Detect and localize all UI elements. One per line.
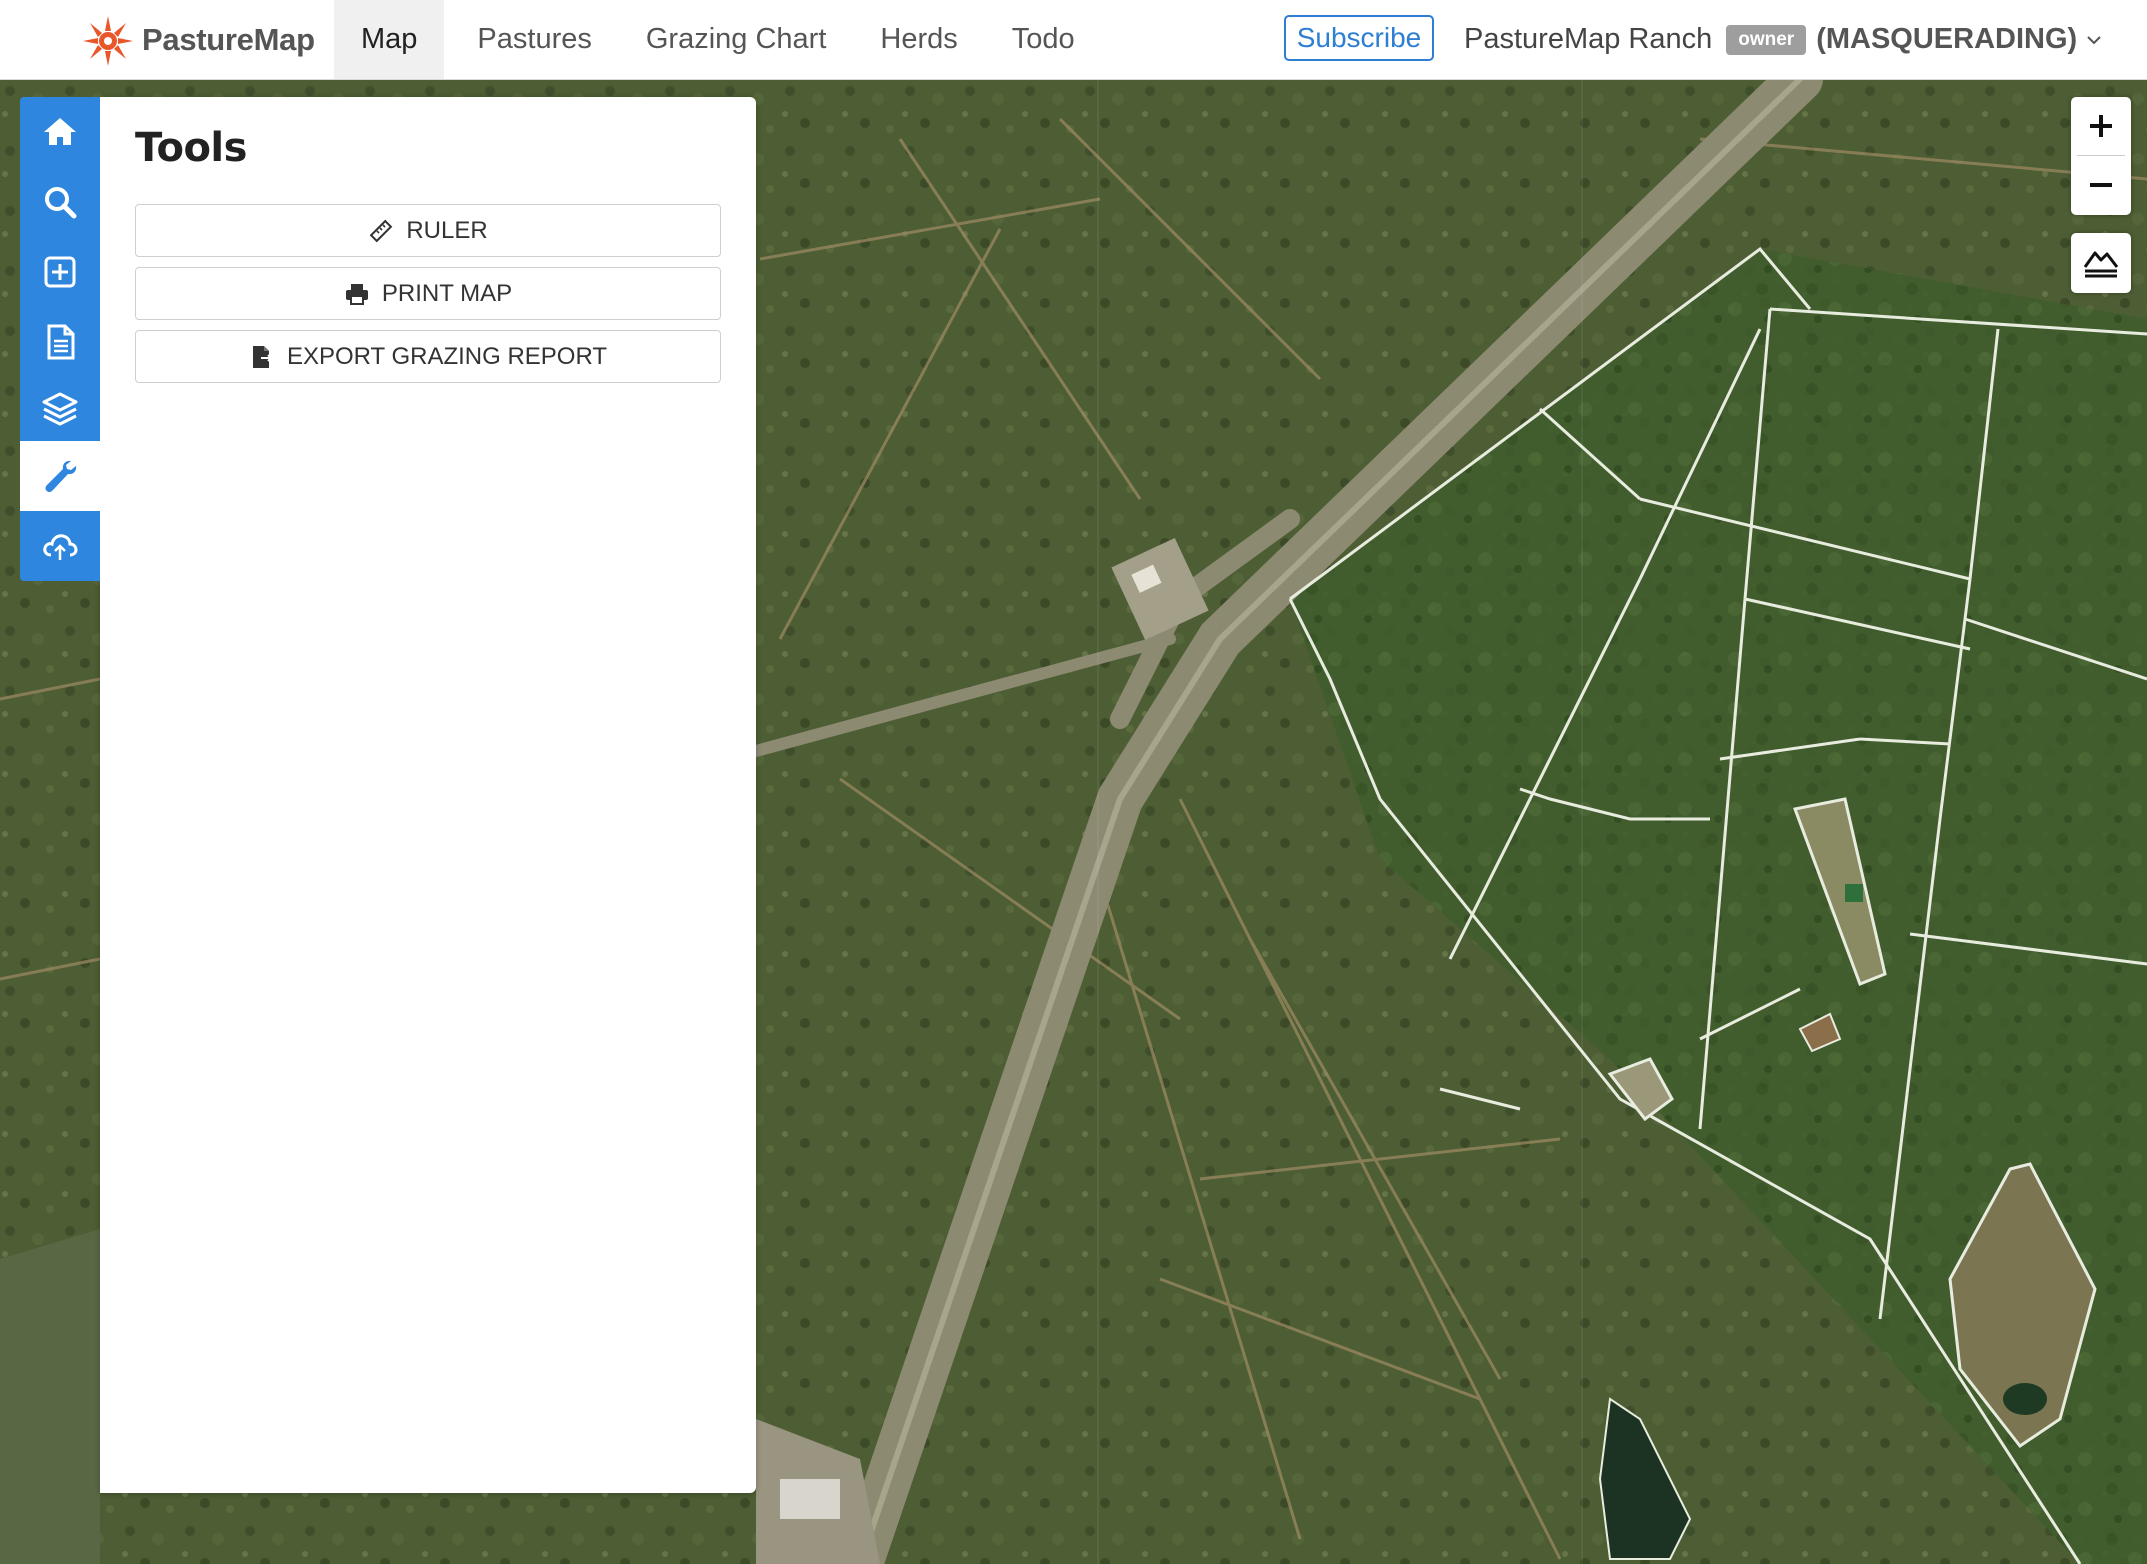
search-icon [45, 187, 77, 219]
layers-icon [42, 392, 78, 426]
minus-icon [2090, 183, 2112, 187]
sidebar-rail [20, 97, 100, 581]
export-file-icon [252, 345, 273, 368]
panel-title: Tools [135, 125, 247, 171]
brand-logo[interactable]: PastureMap [82, 14, 315, 66]
sidebar-item-home[interactable] [20, 97, 100, 167]
sidebar-item-reports[interactable] [20, 307, 100, 377]
nav-map[interactable]: Map [334, 0, 445, 79]
tools-panel: Tools RULER PRINT MAP EXPORT GRAZING REP… [100, 97, 756, 1493]
zoom-in-button[interactable] [2071, 97, 2131, 155]
export-grazing-report-label: EXPORT GRAZING REPORT [286, 342, 608, 370]
zoom-out-button[interactable] [2071, 156, 2131, 214]
sidebar-item-add[interactable] [20, 237, 100, 307]
sidebar-item-weather[interactable] [20, 511, 100, 581]
document-icon [47, 324, 75, 360]
brand-name: PastureMap [142, 22, 315, 57]
masquerading-label: (MASQUERADING) [1816, 23, 2078, 55]
add-box-icon [44, 256, 76, 288]
account-menu[interactable]: PastureMap Ranch owner (MASQUERADING) [1464, 0, 2103, 79]
main-nav: Map Pastures Grazing Chart Herds Todo [334, 0, 1102, 79]
home-icon [44, 118, 76, 145]
terrain-layer-icon [2083, 251, 2119, 278]
print-map-button[interactable]: PRINT MAP [135, 267, 721, 320]
nav-todo[interactable]: Todo [985, 0, 1102, 79]
role-badge: owner [1726, 24, 1807, 55]
sidebar-item-layers[interactable] [20, 377, 100, 441]
chevron-down-icon [2087, 35, 2101, 44]
plus-icon [2090, 115, 2112, 137]
ranch-name: PastureMap Ranch [1464, 23, 1713, 55]
sidebar-item-tools[interactable] [20, 441, 100, 511]
nav-pastures[interactable]: Pastures [450, 0, 618, 79]
nav-herds[interactable]: Herds [853, 0, 984, 79]
cloud-upload-icon [43, 534, 78, 560]
export-grazing-report-button[interactable]: EXPORT GRAZING REPORT [135, 330, 721, 383]
nav-grazing-chart[interactable]: Grazing Chart [619, 0, 854, 79]
ruler-button[interactable]: RULER [135, 204, 721, 257]
subscribe-button[interactable]: Subscribe [1284, 15, 1434, 61]
top-navigation-bar: PastureMap Map Pastures Grazing Chart He… [0, 0, 2147, 80]
printer-icon [345, 283, 368, 305]
zoom-control [2071, 97, 2131, 215]
ruler-icon [369, 219, 393, 242]
basemap-toggle-button[interactable] [2071, 233, 2131, 293]
print-map-label: PRINT MAP [381, 279, 513, 307]
wrench-icon [45, 460, 77, 493]
sun-logo-icon [83, 16, 133, 66]
ruler-label: RULER [406, 216, 488, 244]
sidebar-item-search[interactable] [20, 167, 100, 237]
